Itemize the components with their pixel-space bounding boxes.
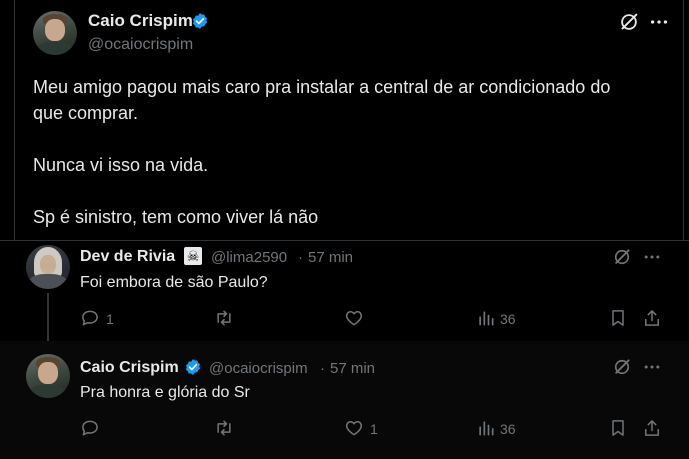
reply-text: Foi embora de são Paulo? xyxy=(80,274,268,291)
main-tweet: Caio Crispim @ocaiocrispim Meu amigo pag… xyxy=(0,0,689,240)
author-handle[interactable]: @lima2590 xyxy=(211,249,287,266)
more-icon[interactable] xyxy=(642,357,662,377)
views-icon[interactable] xyxy=(476,308,496,328)
verified-badge-icon xyxy=(185,359,201,375)
author-handle[interactable]: @ocaiocrispim xyxy=(88,36,193,54)
avatar[interactable] xyxy=(26,245,70,289)
tweet-text-line: Nunca vi isso na vida. xyxy=(33,155,209,175)
author-name[interactable]: Dev de Rivia xyxy=(80,248,175,266)
reply-text: Pra honra e glória do Sr xyxy=(80,384,250,401)
timestamp[interactable]: 57 min xyxy=(330,360,375,377)
author-handle[interactable]: @ocaiocrispim xyxy=(209,360,308,377)
tweet-text-line: Meu amigo pagou mais caro pra instalar a… xyxy=(33,77,611,97)
more-icon[interactable] xyxy=(648,11,670,33)
reply-icon[interactable] xyxy=(80,308,100,328)
column-border-right xyxy=(683,0,684,240)
like-icon[interactable] xyxy=(344,418,364,438)
avatar[interactable] xyxy=(33,11,77,55)
avatar[interactable] xyxy=(26,354,70,398)
like-count: 1 xyxy=(370,421,378,437)
author-name[interactable]: Caio Crispim xyxy=(80,359,179,377)
separator: · xyxy=(298,249,303,266)
column-border-left xyxy=(14,0,15,240)
thread-line xyxy=(47,293,49,341)
view-count: 36 xyxy=(500,421,516,437)
retweet-icon[interactable] xyxy=(214,308,234,328)
bookmark-icon[interactable] xyxy=(608,308,628,328)
views-icon[interactable] xyxy=(476,418,496,438)
author-name[interactable]: Caio Crispim xyxy=(88,11,193,31)
tweet-text-line: que comprar. xyxy=(33,103,139,123)
grok-icon[interactable] xyxy=(618,11,640,33)
reply-count: 1 xyxy=(106,311,114,327)
tweet-text: Meu amigo pagou mais caro pra instalar a… xyxy=(33,74,673,230)
timestamp[interactable]: 57 min xyxy=(308,249,353,266)
share-icon[interactable] xyxy=(642,418,662,438)
grok-icon[interactable] xyxy=(612,247,632,267)
reply-icon[interactable] xyxy=(80,418,100,438)
more-icon[interactable] xyxy=(642,247,662,267)
skull-emoji-icon: ☠ xyxy=(184,247,202,265)
share-icon[interactable] xyxy=(642,308,662,328)
like-icon[interactable] xyxy=(344,308,364,328)
reply-tweet[interactable]: Dev de Rivia ☠ @lima2590 · 57 min Foi em… xyxy=(0,241,689,341)
view-count: 36 xyxy=(500,311,516,327)
grok-icon[interactable] xyxy=(612,357,632,377)
retweet-icon[interactable] xyxy=(214,418,234,438)
tweet-text-line: Sp é sinistro, tem como viver lá não xyxy=(33,207,319,227)
separator: · xyxy=(320,360,325,377)
reply-tweet-self[interactable]: Caio Crispim @ocaiocrispim · 57 min Pra … xyxy=(0,341,689,459)
bookmark-icon[interactable] xyxy=(608,418,628,438)
verified-badge-icon xyxy=(192,13,208,29)
